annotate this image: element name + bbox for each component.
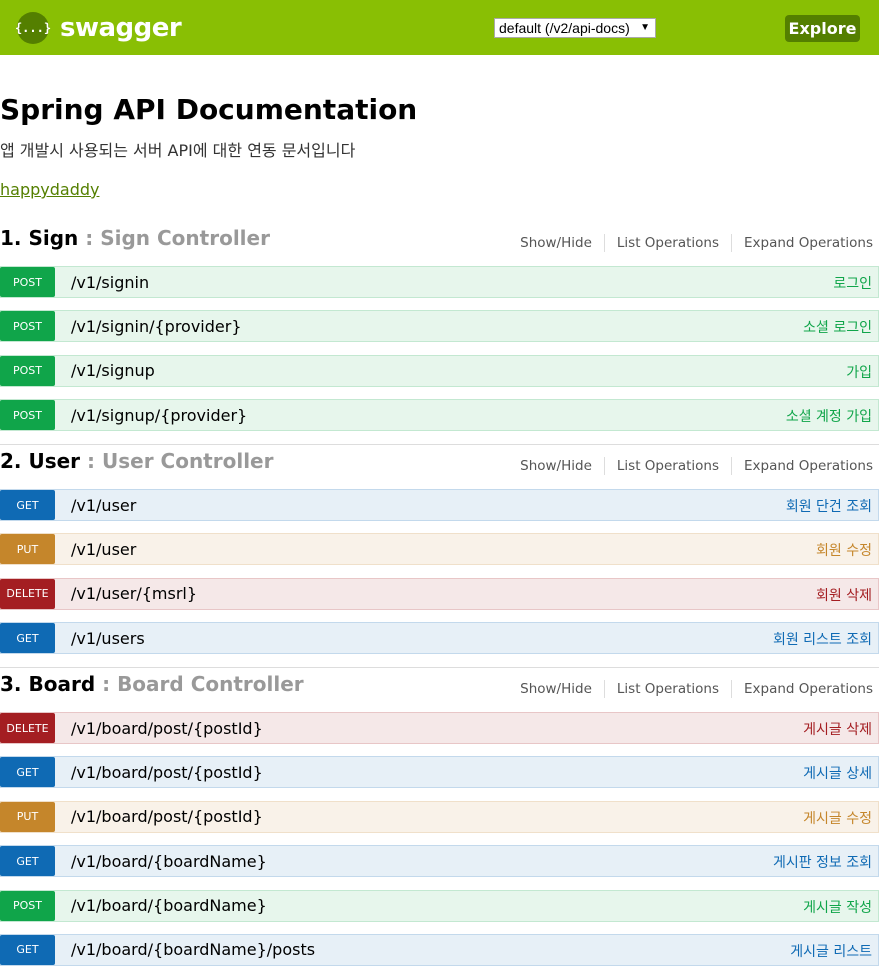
section-title[interactable]: 2. User : User Controller <box>0 449 273 473</box>
list-operations-link[interactable]: List Operations <box>603 680 731 698</box>
section-header: 1. Sign : Sign Controller Show/Hide List O… <box>0 222 879 266</box>
operation-summary[interactable]: 가입 <box>846 362 872 382</box>
swagger-logo-icon: {...} <box>15 12 51 44</box>
section-name: 1. Sign <box>0 226 79 250</box>
operation-path[interactable]: /v1/signup <box>71 361 155 380</box>
operation-summary[interactable]: 소셜 계정 가입 <box>786 406 872 426</box>
expand-operations-link[interactable]: Expand Operations <box>731 457 873 475</box>
operation-row[interactable]: PUT/v1/board/post/{postId} 게시글 수정 <box>0 800 879 833</box>
list-operations-link[interactable]: List Operations <box>603 234 731 252</box>
method-badge: POST <box>0 355 55 386</box>
page-description: 앱 개발시 사용되는 서버 API에 대한 연동 문서입니다 <box>0 141 356 160</box>
section-actions: Show/Hide List Operations Expand Operation… <box>508 234 873 252</box>
operation-row[interactable]: GET/v1/users 회원 리스트 조회 <box>0 622 879 655</box>
operation-row[interactable]: GET/v1/board/{boardName}/posts 게시글 리스트 <box>0 933 879 966</box>
operation-row[interactable]: POST/v1/signup/{provider} 소셜 계정 가입 <box>0 399 879 432</box>
operation-path[interactable]: /v1/signin <box>71 273 149 292</box>
section-1: 1. Sign : Sign Controller Show/Hide List O… <box>0 222 879 444</box>
operation-summary[interactable]: 게시글 삭제 <box>803 719 872 739</box>
method-badge: DELETE <box>0 713 55 743</box>
api-spec-select-value: default (/v2/api-docs) <box>499 20 630 36</box>
operation-summary[interactable]: 회원 수정 <box>816 540 872 560</box>
method-badge: GET <box>0 623 55 654</box>
operation-summary[interactable]: 회원 단건 조회 <box>786 496 872 516</box>
chevron-down-icon: ▼ <box>640 22 650 33</box>
operation-row[interactable]: GET/v1/board/{boardName} 게시판 정보 조회 <box>0 845 879 878</box>
operation-summary[interactable]: 회원 삭제 <box>816 585 872 605</box>
section-name: 3. Board <box>0 672 96 696</box>
operation-summary[interactable]: 로그인 <box>833 273 872 293</box>
operation-path[interactable]: /v1/user <box>71 540 136 559</box>
method-badge: POST <box>0 890 55 921</box>
operation-path[interactable]: /v1/board/post/{postId} <box>71 719 263 738</box>
section-header: 2. User : User Controller Show/Hide List O… <box>0 445 879 489</box>
expand-operations-link[interactable]: Expand Operations <box>731 234 873 252</box>
operation-path[interactable]: /v1/signup/{provider} <box>71 406 247 425</box>
operation-path[interactable]: /v1/user/{msrl} <box>71 584 197 603</box>
operation-path[interactable]: /v1/board/post/{postId} <box>71 807 263 826</box>
operation-row[interactable]: GET/v1/board/post/{postId} 게시글 상세 <box>0 756 879 789</box>
operation-row[interactable]: POST/v1/signin 로그인 <box>0 266 879 298</box>
operation-row[interactable]: PUT/v1/user 회원 수정 <box>0 533 879 566</box>
method-badge: DELETE <box>0 578 55 609</box>
section-title[interactable]: 1. Sign : Sign Controller <box>0 226 270 250</box>
section-3: 3. Board : Board Controller Show/Hide List… <box>0 668 879 978</box>
operation-row[interactable]: POST/v1/signin/{provider} 소셜 로그인 <box>0 310 879 343</box>
logo-text: swagger <box>60 13 182 43</box>
expand-operations-link[interactable]: Expand Operations <box>731 680 873 698</box>
operation-row[interactable]: DELETE/v1/board/post/{postId} 게시글 삭제 <box>0 712 879 744</box>
section-name: 2. User <box>0 449 81 473</box>
section-controller: : Board Controller <box>95 672 304 696</box>
operation-summary[interactable]: 게시판 정보 조회 <box>773 852 872 872</box>
operation-summary[interactable]: 게시글 작성 <box>803 897 872 917</box>
operation-summary[interactable]: 게시글 수정 <box>803 808 872 828</box>
method-badge: GET <box>0 490 55 520</box>
section-header: 3. Board : Board Controller Show/Hide List… <box>0 668 879 712</box>
operation-row[interactable]: GET/v1/user 회원 단건 조회 <box>0 489 879 521</box>
operation-path[interactable]: /v1/board/post/{postId} <box>71 763 263 782</box>
method-badge: PUT <box>0 801 55 832</box>
show-hide-link[interactable]: Show/Hide <box>508 457 604 475</box>
section-title[interactable]: 3. Board : Board Controller <box>0 672 304 696</box>
operation-path[interactable]: /v1/users <box>71 629 145 648</box>
method-badge: POST <box>0 400 55 431</box>
operation-path[interactable]: /v1/board/{boardName}/posts <box>71 940 315 959</box>
operation-path[interactable]: /v1/signin/{provider} <box>71 317 242 336</box>
operation-summary[interactable]: 게시글 상세 <box>803 763 872 783</box>
section-actions: Show/Hide List Operations Expand Operation… <box>508 680 873 698</box>
operation-path[interactable]: /v1/user <box>71 496 136 515</box>
method-badge: GET <box>0 934 55 965</box>
api-spec-select[interactable]: default (/v2/api-docs) ▼ <box>494 18 656 38</box>
operation-path[interactable]: /v1/board/{boardName} <box>71 896 267 915</box>
operation-summary[interactable]: 소셜 로그인 <box>803 317 872 337</box>
contact-link[interactable]: happydaddy <box>0 180 99 199</box>
section-controller: : Sign Controller <box>78 226 270 250</box>
method-badge: GET <box>0 757 55 788</box>
operation-summary[interactable]: 게시글 리스트 <box>790 941 872 961</box>
list-operations-link[interactable]: List Operations <box>603 457 731 475</box>
operation-row[interactable]: POST/v1/board/{boardName} 게시글 작성 <box>0 889 879 922</box>
top-bar: {...} swagger default (/v2/api-docs) ▼ E… <box>0 0 879 55</box>
explore-button[interactable]: Explore <box>785 15 860 42</box>
operation-row[interactable]: DELETE/v1/user/{msrl} 회원 삭제 <box>0 577 879 610</box>
section-2: 2. User : User Controller Show/Hide List O… <box>0 445 879 667</box>
logo[interactable]: {...} swagger <box>15 12 182 44</box>
operation-summary[interactable]: 회원 리스트 조회 <box>773 629 872 649</box>
show-hide-link[interactable]: Show/Hide <box>508 234 604 252</box>
method-badge: PUT <box>0 534 55 565</box>
operation-path[interactable]: /v1/board/{boardName} <box>71 852 267 871</box>
section-actions: Show/Hide List Operations Expand Operation… <box>508 457 873 475</box>
show-hide-link[interactable]: Show/Hide <box>508 680 604 698</box>
operation-row[interactable]: POST/v1/signup 가입 <box>0 354 879 387</box>
method-badge: GET <box>0 846 55 877</box>
method-badge: POST <box>0 267 55 297</box>
method-badge: POST <box>0 311 55 342</box>
page-title: Spring API Documentation <box>0 93 418 126</box>
section-controller: : User Controller <box>80 449 274 473</box>
